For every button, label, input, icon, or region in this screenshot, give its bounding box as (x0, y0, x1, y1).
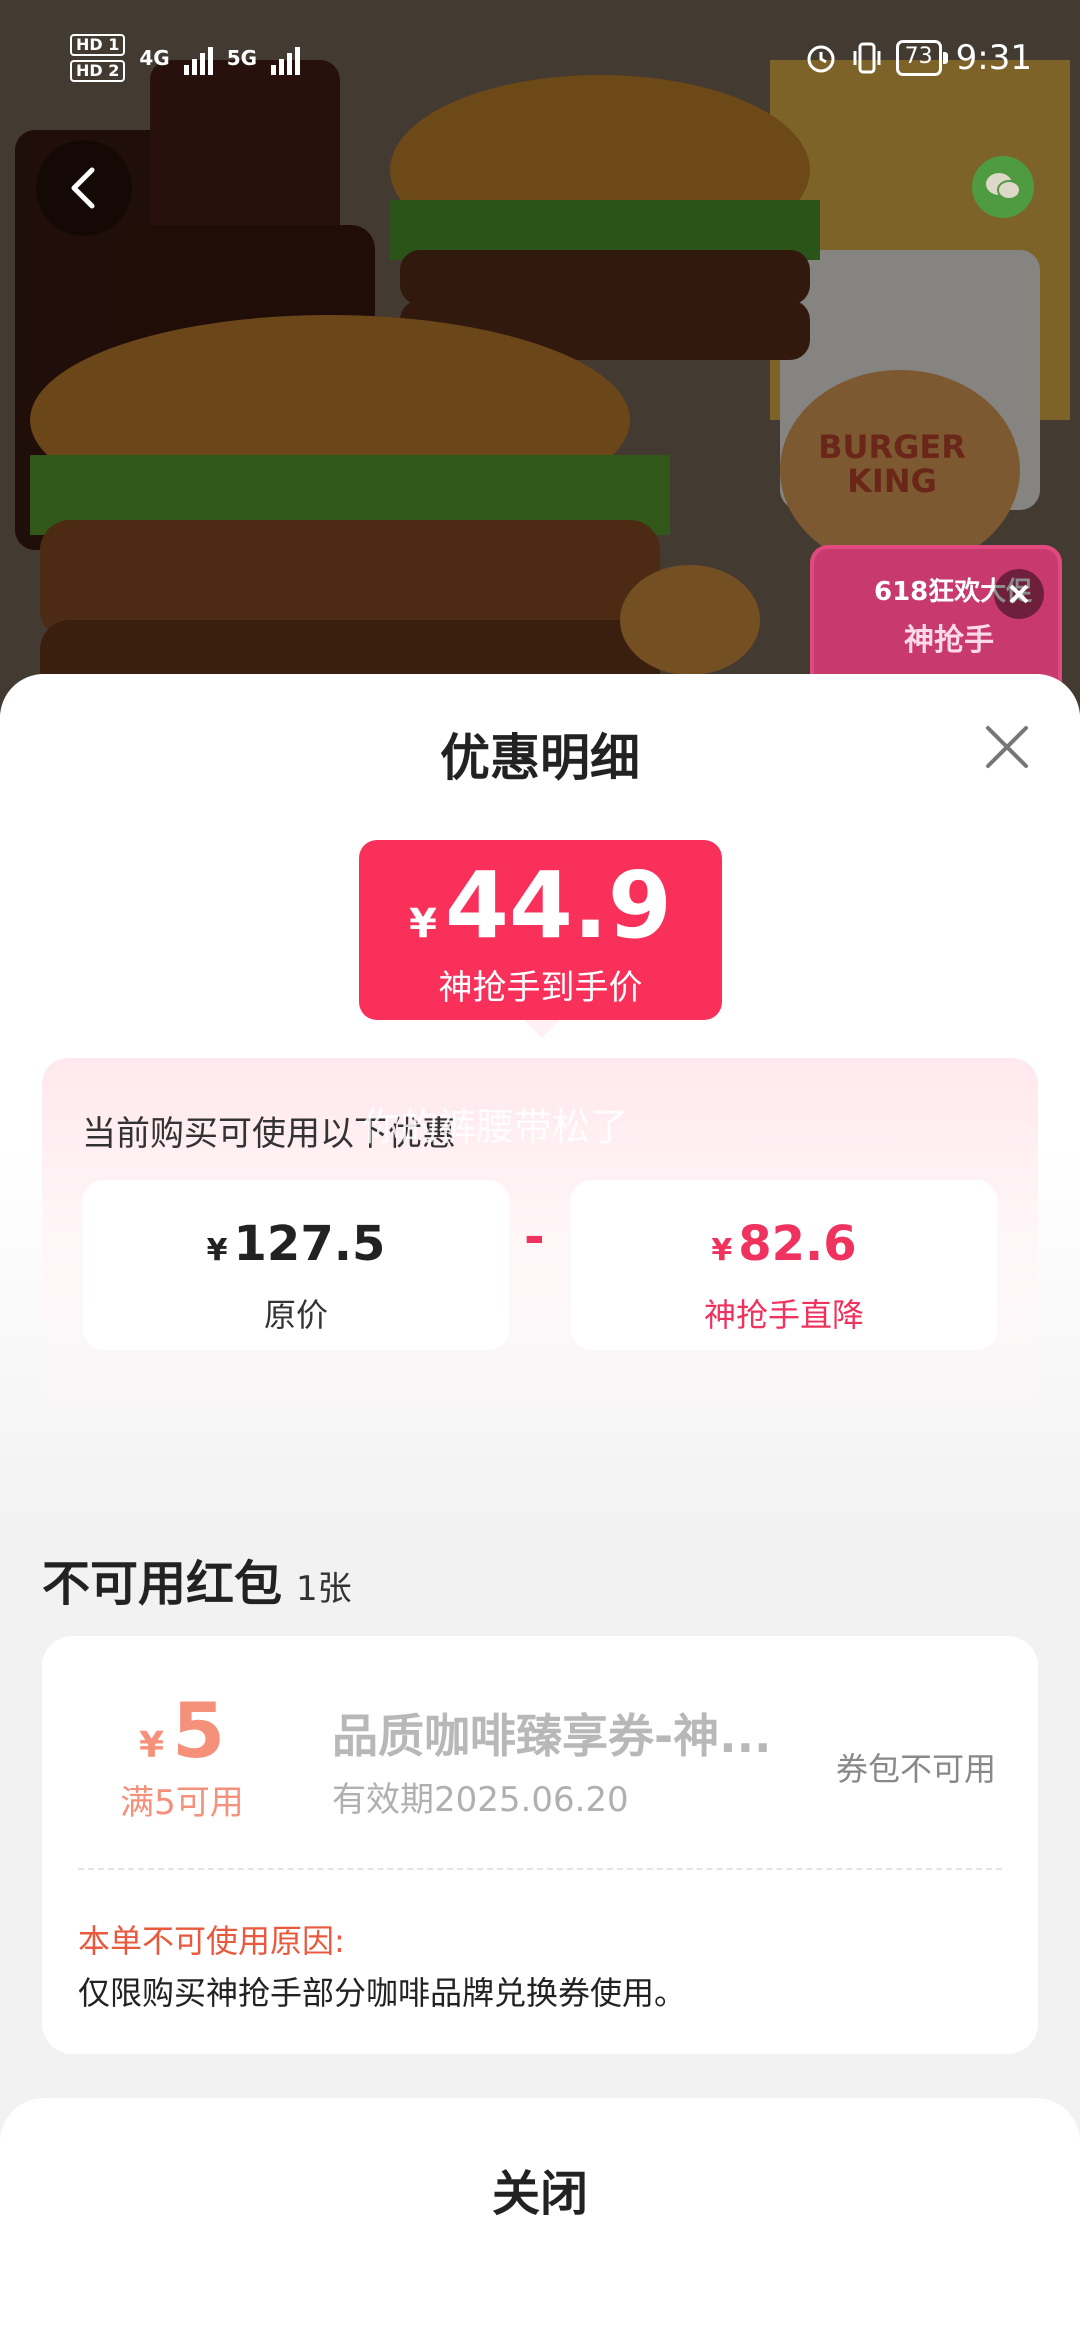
alarm-icon (807, 45, 835, 73)
coupon-condition: 满5可用 (120, 1783, 244, 1823)
original-price-label: 原价 (263, 1296, 328, 1334)
coupon-reason-title: 本单不可使用原因: (78, 1922, 345, 1960)
signal-icon (183, 41, 213, 75)
reduction-currency: ¥ (711, 1233, 733, 1268)
reduction-label: 神抢手直降 (703, 1296, 864, 1334)
sheet-title: 优惠明细 (440, 729, 640, 787)
coupon-currency: ¥ (139, 1725, 165, 1766)
coupon-reason: 仅限购买神抢手部分咖啡品牌兑换券使用。 (78, 1974, 687, 2012)
final-price-value: 44.9 (444, 852, 672, 959)
promo-close-button[interactable] (994, 569, 1044, 619)
close-icon (986, 726, 1028, 768)
final-price-box: ¥ 44.9 神抢手到手价 (359, 840, 722, 1038)
discount-detail-sheet: 优惠明细 ¥ 44.9 神抢手到手价 当前购买可使用以下优惠 你的裤腰带松了 ¥… (0, 674, 1080, 2340)
original-price-value: 127.5 (233, 1216, 386, 1272)
sheet-close-icon-button[interactable] (980, 720, 1034, 774)
coupon-card[interactable]: ¥5 满5可用 品质咖啡臻享券-神... 有效期2025.06.20 券包不可用… (42, 1636, 1038, 2054)
promo-subtitle: 神抢手 (904, 623, 994, 658)
status-bar: HD 1 HD 2 4G 5G 73 9:31 (0, 0, 1080, 120)
close-button[interactable]: 关闭 (0, 2154, 1080, 2224)
share-wechat-button[interactable] (972, 156, 1034, 218)
back-button[interactable] (36, 140, 132, 236)
sim1-badge: HD 1 (70, 34, 126, 56)
unavailable-section-header: 不可用红包 1张 (42, 1544, 352, 1614)
reduction-card: ¥82.6 神抢手直降 (570, 1180, 998, 1350)
sim2-badge: HD 2 (70, 60, 126, 82)
coupon-amount: ¥5 满5可用 (82, 1686, 282, 1824)
floating-danmaku-text: 你的裤腰带松了 (362, 1105, 629, 1149)
sim-indicators: HD 1 HD 2 (70, 34, 126, 82)
minus-operator: - (524, 1208, 545, 1266)
network-5g-label: 5G (226, 46, 258, 70)
coupon-divider (78, 1868, 1002, 1870)
network-4g-label: 4G (139, 46, 170, 70)
signal-icon-2 (271, 41, 301, 75)
chevron-left-icon (71, 167, 95, 209)
coupon-name: 品质咖啡臻享券-神... (332, 1709, 772, 1763)
final-price-caption: 神抢手到手价 (438, 968, 643, 1008)
vibrate-icon (853, 42, 881, 74)
wechat-icon (986, 173, 1021, 200)
original-price-currency: ¥ (206, 1233, 228, 1268)
close-icon (1009, 584, 1029, 604)
original-price-card: ¥127.5 原价 (82, 1180, 510, 1350)
battery-indicator: 73 (895, 40, 948, 76)
unavailable-count: 1张 (296, 1569, 352, 1609)
reduction-value: 82.6 (738, 1216, 857, 1272)
clock: 9:31 (955, 38, 1032, 78)
coupon-status: 券包不可用 (836, 1750, 997, 1788)
coupon-expiry: 有效期2025.06.20 (332, 1780, 629, 1820)
coupon-value: 5 (172, 1686, 225, 1775)
discount-breakdown-card: 当前购买可使用以下优惠 你的裤腰带松了 ¥127.5 原价 - ¥82.6 神抢… (42, 1058, 1038, 1448)
sheet-footer: 关闭 (0, 2098, 1080, 2340)
unavailable-section-title: 不可用红包 (42, 1556, 283, 1612)
final-price-currency: ¥ (409, 901, 437, 947)
